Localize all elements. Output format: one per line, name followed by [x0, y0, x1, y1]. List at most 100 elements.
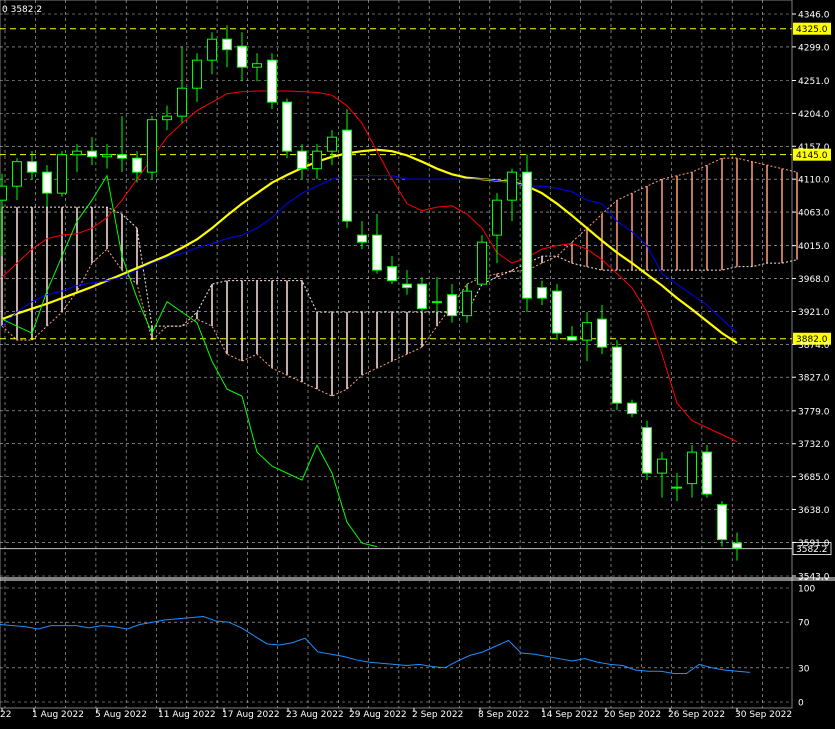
candle-body: [342, 129, 352, 222]
candle: [402, 270, 412, 295]
candle-body: [72, 150, 82, 156]
candle-body: [12, 161, 22, 187]
candle: [732, 532, 742, 561]
candle-body: [447, 294, 457, 317]
candle: [102, 144, 112, 169]
candle-body: [102, 154, 112, 158]
price-tick-label: 3732.0: [798, 440, 830, 450]
candle-body: [732, 542, 742, 549]
candle-body: [657, 458, 667, 474]
candle-body: [252, 63, 262, 68]
indicator-line-3: [1, 174, 378, 548]
candle-body: [612, 346, 622, 404]
candle-body: [492, 199, 502, 236]
candle: [627, 399, 637, 418]
plot-frame: [0, 0, 793, 709]
candle-body: [357, 234, 367, 243]
candle-body: [432, 301, 442, 304]
candle-body: [567, 336, 577, 341]
level-tag-label: 4325.0: [796, 25, 828, 35]
candle-body: [522, 171, 532, 299]
candle-body: [297, 150, 307, 170]
candle-body: [387, 266, 397, 282]
oscillator-line: [0, 615, 751, 674]
candle-body: [537, 287, 547, 299]
candle-body: [327, 136, 337, 152]
price-axis: 4346.0 4299.0 4251.0 4204.0 4157.0 4110.0 4063…: [792, 11, 830, 583]
candle: [582, 312, 592, 362]
candle: [327, 130, 337, 166]
candle: [387, 256, 397, 285]
candle: [492, 193, 502, 264]
date-tick-label: 2 Sep 2022: [412, 710, 463, 720]
candle-body: [687, 451, 697, 485]
osc-tick-label: 100: [798, 585, 815, 595]
candle-body: [717, 504, 727, 541]
date-tick-label: 23 Aug 2022: [286, 710, 344, 720]
price-tick-label: 4015.0: [798, 242, 830, 252]
candle: [447, 284, 457, 323]
osc-tick-label: 30: [798, 664, 810, 674]
price-tick-label: 4346.0: [798, 11, 830, 21]
indicator-line-2: [1, 175, 738, 334]
date-axis: 22 1 Aug 2022 5 Aug 2022 11 Aug 2022 17 Aug …: [0, 708, 792, 720]
candle: [477, 235, 487, 285]
price-tick-label: 3921.0: [798, 308, 830, 318]
price-tick-label: 4110.0: [798, 176, 830, 186]
price-tick-label: 4299.0: [798, 43, 830, 53]
candle-body: [627, 402, 637, 415]
price-tick-label: 4204.0: [798, 110, 830, 120]
candle-body: [282, 101, 292, 152]
osc-tick-label: 70: [798, 619, 810, 629]
candle: [372, 214, 382, 274]
candle-body: [702, 451, 712, 495]
candle: [57, 151, 67, 197]
candle: [117, 116, 127, 173]
candle-body: [57, 154, 67, 194]
candle: [252, 53, 262, 82]
candle: [657, 452, 667, 498]
candle: [567, 326, 577, 341]
candle-body: [267, 59, 277, 103]
price-tick-label: 3874.0: [798, 341, 830, 351]
candle-body: [372, 234, 382, 271]
candle: [312, 144, 322, 180]
candle: [357, 221, 367, 250]
candle-body: [42, 171, 52, 194]
price-tick-label: 4157.0: [798, 143, 830, 153]
candle: [702, 445, 712, 498]
price-tick-label: 3591.0: [798, 539, 830, 549]
candle-body: [27, 161, 37, 173]
candle-body: [312, 150, 322, 170]
candle: [342, 109, 352, 229]
candle-body: [507, 171, 517, 201]
candle-body: [177, 87, 187, 117]
date-tick-label: 29 Aug 2022: [349, 710, 407, 720]
candle-body: [87, 150, 97, 158]
candle: [417, 277, 427, 313]
candle: [132, 151, 142, 183]
candle: [147, 116, 157, 180]
price-tick-label: 3638.0: [798, 506, 830, 516]
candle: [537, 280, 547, 306]
candle: [522, 154, 532, 313]
date-tick-label: 1 Aug 2022: [32, 710, 84, 720]
candle: [222, 25, 232, 68]
candle: [162, 105, 172, 131]
price-tick-label: 4251.0: [798, 77, 830, 87]
candle-body: [207, 38, 217, 61]
candle-body: [147, 119, 157, 173]
price-tick-label: 4063.0: [798, 209, 830, 219]
date-tick-label: 5 Aug 2022: [95, 710, 147, 720]
candle: [237, 32, 247, 82]
candle: [72, 144, 82, 173]
price-tick-label: 3968.0: [798, 275, 830, 285]
candle: [177, 46, 187, 124]
candle: [42, 165, 52, 208]
candle-body: [162, 115, 172, 121]
grid-lines: [0, 0, 792, 708]
candle-body: [672, 486, 682, 489]
candle: [282, 98, 292, 159]
chart-canvas: 0 3582.2 4325.04145.03882.03582.24346.04…: [0, 0, 835, 720]
candle-body: [0, 185, 7, 201]
